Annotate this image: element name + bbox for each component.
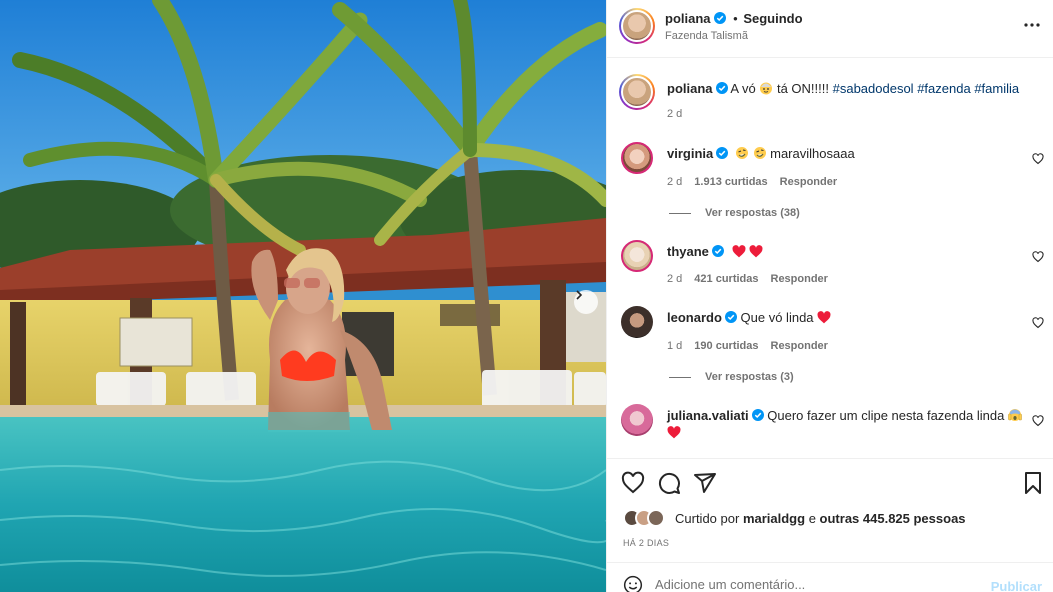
- chevron-right-icon: [576, 290, 583, 300]
- like-heart-icon[interactable]: [621, 471, 645, 495]
- comment-time[interactable]: 2 d: [667, 273, 682, 285]
- comment-text: Quero fazer um clipe nesta fazenda linda: [767, 408, 1005, 423]
- caption-username[interactable]: poliana: [667, 81, 713, 96]
- like-heart-icon[interactable]: [1032, 251, 1044, 263]
- reply-thread-line: [669, 376, 691, 378]
- comment-bubble-icon[interactable]: [657, 471, 681, 495]
- post-side-panel: poliana • Seguindo Fazenda Talismã polia…: [606, 0, 1053, 592]
- liked-by-others[interactable]: outras 445.825 pessoas: [820, 511, 966, 526]
- emoji-picker-icon[interactable]: [623, 575, 643, 592]
- author-avatar[interactable]: [619, 8, 655, 44]
- comment-likes[interactable]: 1.913 curtidas: [694, 176, 767, 188]
- red-heart-emoji-icon: [732, 245, 746, 258]
- red-heart-emoji-icon: [749, 245, 763, 258]
- caption-text-after: tá ON!!!!!: [776, 81, 829, 96]
- publish-button[interactable]: Publicar: [991, 579, 1042, 592]
- red-heart-emoji-icon: [817, 311, 831, 324]
- hashtag-link[interactable]: #familia: [974, 81, 1019, 96]
- commenter-avatar[interactable]: [621, 404, 653, 436]
- reply-button[interactable]: Responder: [771, 273, 828, 285]
- comment-text: maravilhosaaa: [770, 146, 855, 161]
- view-replies-label: Ver respostas (38): [705, 207, 800, 219]
- verified-badge-icon: [711, 245, 724, 257]
- caption-time[interactable]: 2 d: [667, 108, 682, 120]
- post-actions: Curtido por marialdgg e outras 445.825 p…: [607, 458, 1053, 562]
- pool-scene-image: [0, 0, 606, 592]
- like-heart-icon[interactable]: [1032, 415, 1044, 427]
- verified-badge-icon: [724, 311, 737, 323]
- commenter-avatar[interactable]: [621, 306, 653, 338]
- view-replies-label: Ver respostas (3): [705, 371, 794, 383]
- verified-badge-icon: [751, 409, 764, 421]
- rolling-laughing-emoji-icon: [735, 147, 748, 159]
- commenter-username[interactable]: thyane: [667, 244, 709, 259]
- screaming-face-emoji-icon: [1008, 409, 1022, 421]
- verified-badge-icon: [715, 82, 728, 94]
- post-header: poliana • Seguindo Fazenda Talismã: [607, 0, 1053, 58]
- comment-likes[interactable]: 421 curtidas: [694, 273, 758, 285]
- commenter-avatar[interactable]: [621, 240, 653, 272]
- reply-button[interactable]: Responder: [771, 340, 828, 352]
- post-time-ago[interactable]: HÁ 2 DIAS: [623, 538, 669, 548]
- caption-author-avatar[interactable]: [619, 74, 655, 110]
- add-comment-bar: Publicar: [607, 562, 1053, 592]
- liked-by-mid: e: [808, 510, 816, 526]
- following-button[interactable]: Seguindo: [743, 11, 802, 26]
- commenter-username[interactable]: leonardo: [667, 310, 722, 325]
- view-replies-button[interactable]: Ver respostas (38): [669, 207, 800, 219]
- hashtag-link[interactable]: #sabadodesol: [833, 81, 914, 96]
- like-heart-icon[interactable]: [1032, 317, 1044, 329]
- like-heart-icon[interactable]: [1032, 153, 1044, 165]
- hashtag-link[interactable]: #fazenda: [917, 81, 971, 96]
- reply-button[interactable]: Responder: [780, 176, 837, 188]
- separator-dot: •: [733, 11, 738, 26]
- commenter-username[interactable]: virginia: [667, 146, 713, 161]
- caption-text-before: A vó: [730, 81, 756, 96]
- comment-time[interactable]: 1 d: [667, 340, 682, 352]
- view-replies-button[interactable]: Ver respostas (3): [669, 371, 794, 383]
- more-horizontal-icon[interactable]: [1023, 22, 1041, 28]
- red-heart-emoji-icon: [667, 426, 681, 439]
- author-username[interactable]: poliana: [665, 11, 711, 26]
- comment-input[interactable]: [655, 577, 955, 592]
- liker-avatar[interactable]: [647, 509, 665, 527]
- bookmark-icon[interactable]: [1021, 471, 1045, 495]
- post-photo[interactable]: [0, 0, 606, 592]
- liked-by-prefix: Curtido por: [675, 510, 740, 526]
- verified-badge-icon: [713, 12, 726, 24]
- reply-thread-line: [669, 212, 691, 214]
- comment-likes[interactable]: 190 curtidas: [694, 340, 758, 352]
- liked-by-user[interactable]: marialdgg: [743, 511, 805, 526]
- next-photo-button[interactable]: [574, 290, 598, 314]
- commenter-username[interactable]: juliana.valiati: [667, 408, 749, 423]
- older-woman-emoji-icon: [760, 82, 773, 95]
- share-send-icon[interactable]: [693, 471, 717, 495]
- comment-text: Que vó linda: [740, 310, 814, 325]
- post-location[interactable]: Fazenda Talismã: [665, 30, 748, 42]
- liked-by-summary: Curtido por marialdgg e outras 445.825 p…: [623, 509, 966, 527]
- rolling-laughing-emoji-icon: [753, 147, 766, 159]
- commenter-avatar[interactable]: [621, 142, 653, 174]
- verified-badge-icon: [716, 147, 729, 159]
- comment-time[interactable]: 2 d: [667, 176, 682, 188]
